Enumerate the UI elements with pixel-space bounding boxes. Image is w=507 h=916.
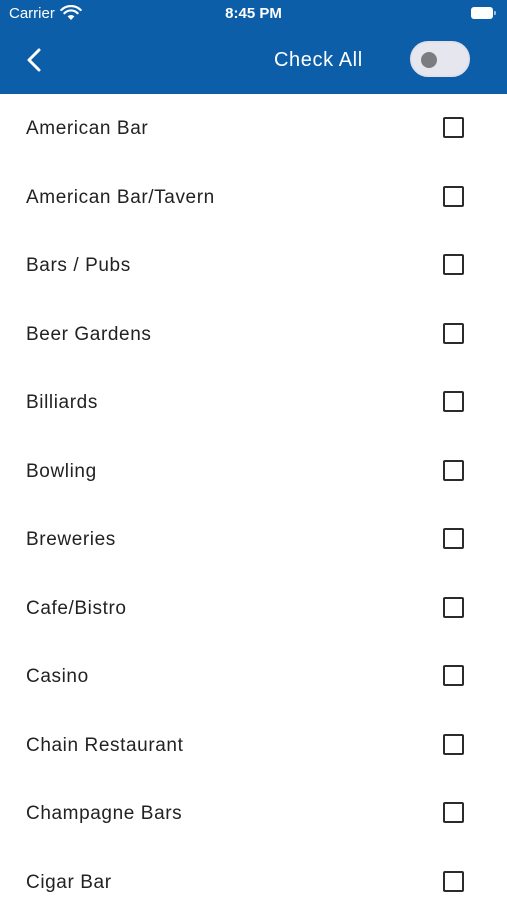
category-checkbox[interactable] — [443, 665, 464, 686]
list-item[interactable]: Champagne Bars — [0, 779, 507, 848]
nav-bar: Check All — [0, 28, 507, 94]
category-checkbox[interactable] — [443, 528, 464, 549]
category-checkbox[interactable] — [443, 186, 464, 207]
category-label: Beer Gardens — [26, 324, 152, 346]
category-label: Bars / Pubs — [26, 255, 131, 277]
back-button[interactable] — [18, 42, 54, 78]
list-item[interactable]: Bars / Pubs — [0, 231, 507, 300]
list-item[interactable]: Cafe/Bistro — [0, 574, 507, 643]
category-label: Cigar Bar — [26, 872, 112, 894]
category-label: Chain Restaurant — [26, 735, 183, 757]
category-checkbox[interactable] — [443, 254, 464, 275]
check-all-toggle[interactable] — [410, 41, 470, 77]
category-checkbox[interactable] — [443, 391, 464, 412]
list-item[interactable]: Beer Gardens — [0, 300, 507, 369]
category-checkbox[interactable] — [443, 460, 464, 481]
status-bar: Carrier 8:45 PM — [0, 0, 507, 28]
list-item[interactable]: Cigar Bar — [0, 848, 507, 916]
category-label: Billiards — [26, 392, 98, 414]
category-label: Champagne Bars — [26, 803, 182, 825]
category-label: Breweries — [26, 529, 116, 551]
list-item[interactable]: American Bar/Tavern — [0, 163, 507, 232]
check-all-label: Check All — [274, 49, 363, 72]
list-item[interactable]: Breweries — [0, 505, 507, 574]
category-checkbox[interactable] — [443, 117, 464, 138]
category-label: American Bar — [26, 118, 148, 140]
list-item[interactable]: Chain Restaurant — [0, 711, 507, 780]
category-checkbox[interactable] — [443, 597, 464, 618]
toggle-knob — [421, 52, 437, 68]
category-label: American Bar/Tavern — [26, 187, 215, 209]
category-label: Cafe/Bistro — [26, 598, 127, 620]
list-item[interactable]: Bowling — [0, 437, 507, 506]
category-checkbox[interactable] — [443, 871, 464, 892]
list-item[interactable]: American Bar — [0, 94, 507, 163]
category-checkbox[interactable] — [443, 802, 464, 823]
category-checkbox[interactable] — [443, 323, 464, 344]
battery-icon — [471, 7, 495, 19]
category-list: American Bar American Bar/Tavern Bars / Pu… — [0, 94, 507, 916]
chevron-left-icon — [29, 50, 39, 70]
list-item[interactable]: Casino — [0, 642, 507, 711]
category-checkbox[interactable] — [443, 734, 464, 755]
category-label: Casino — [26, 666, 89, 688]
list-item[interactable]: Billiards — [0, 368, 507, 437]
status-time: 8:45 PM — [0, 5, 507, 22]
category-label: Bowling — [26, 461, 97, 483]
header: Carrier 8:45 PM Check All — [0, 0, 507, 94]
